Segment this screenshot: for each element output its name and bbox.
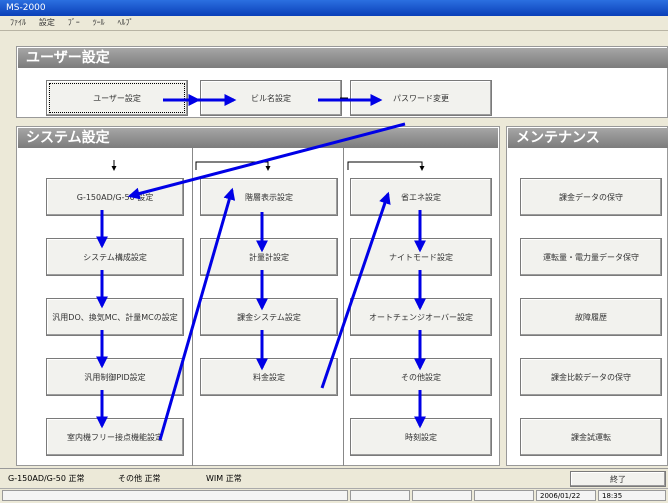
menu-file[interactable]: ﾌｧｲﾙ xyxy=(0,16,31,30)
pid-settings-button[interactable]: 汎用制御PID設定 xyxy=(46,358,184,396)
billing-system-button[interactable]: 課金システム設定 xyxy=(200,298,338,336)
hierarchy-display-button[interactable]: 階層表示設定 xyxy=(200,178,338,216)
billing-data-maintenance-button[interactable]: 課金データの保守 xyxy=(520,178,662,216)
status-cell xyxy=(474,490,534,501)
maintenance-panel xyxy=(506,126,668,466)
billing-comparison-button[interactable]: 課金比較データの保守 xyxy=(520,358,662,396)
system-settings-header: システム設定 xyxy=(18,128,498,148)
operation-data-maintenance-button[interactable]: 運転量・電力量データ保守 xyxy=(520,238,662,276)
general-do-button[interactable]: 汎用DO、換気MC、計量MCの設定 xyxy=(46,298,184,336)
column-divider xyxy=(192,148,193,466)
system-config-button[interactable]: システム構成設定 xyxy=(46,238,184,276)
bottom-status-strip: 2006/01/22 18:35 xyxy=(0,488,668,503)
g150-status: G-150AD/G-50 正常 xyxy=(8,474,85,483)
system-settings-panel xyxy=(16,126,500,466)
window-title: MS-2000 xyxy=(6,3,46,13)
time-settings-button[interactable]: 時刻設定 xyxy=(350,418,492,456)
night-mode-button[interactable]: ナイトモード設定 xyxy=(350,238,492,276)
status-bar: G-150AD/G-50 正常 その他 正常 WIM 正常 終了 xyxy=(0,468,668,489)
other-settings-button[interactable]: その他設定 xyxy=(350,358,492,396)
maintenance-header: メンテナンス xyxy=(508,128,668,148)
g150-settings-button[interactable]: G-150AD/G-50 設定 xyxy=(46,178,184,216)
title-bar: MS-2000 xyxy=(0,0,668,16)
failure-history-button[interactable]: 故障履歴 xyxy=(520,298,662,336)
meter-settings-button[interactable]: 計量計設定 xyxy=(200,238,338,276)
password-change-button[interactable]: パスワード変更 xyxy=(350,80,492,116)
auto-changeover-button[interactable]: オートチェンジオーバー設定 xyxy=(350,298,492,336)
status-cell xyxy=(412,490,472,501)
user-settings-button[interactable]: ユーザー設定 xyxy=(46,80,188,116)
billing-test-run-button[interactable]: 課金試運転 xyxy=(520,418,662,456)
building-name-button[interactable]: ビル名設定 xyxy=(200,80,342,116)
energy-saving-button[interactable]: 省エネ設定 xyxy=(350,178,492,216)
menu-settings[interactable]: 設定 xyxy=(34,16,60,30)
date-cell: 2006/01/22 xyxy=(536,490,596,501)
fee-settings-button[interactable]: 料金設定 xyxy=(200,358,338,396)
menu-tools[interactable]: ﾂｰﾙ xyxy=(88,16,110,30)
user-settings-header: ユーザー設定 xyxy=(18,48,668,68)
wim-status: WIM 正常 xyxy=(206,474,242,483)
free-contact-button[interactable]: 室内機フリー接点機能設定 xyxy=(46,418,184,456)
menu-view[interactable]: ﾌﾞｰ xyxy=(63,16,85,30)
menu-help[interactable]: ﾍﾙﾌﾟ xyxy=(113,16,139,30)
menu-bar: ﾌｧｲﾙ 設定 ﾌﾞｰ ﾂｰﾙ ﾍﾙﾌﾟ xyxy=(0,16,668,31)
time-cell: 18:35 xyxy=(598,490,666,501)
exit-button[interactable]: 終了 xyxy=(570,471,666,487)
status-cell xyxy=(350,490,410,501)
other-status: その他 正常 xyxy=(118,474,161,483)
column-divider xyxy=(343,148,344,466)
status-cell xyxy=(2,490,348,501)
